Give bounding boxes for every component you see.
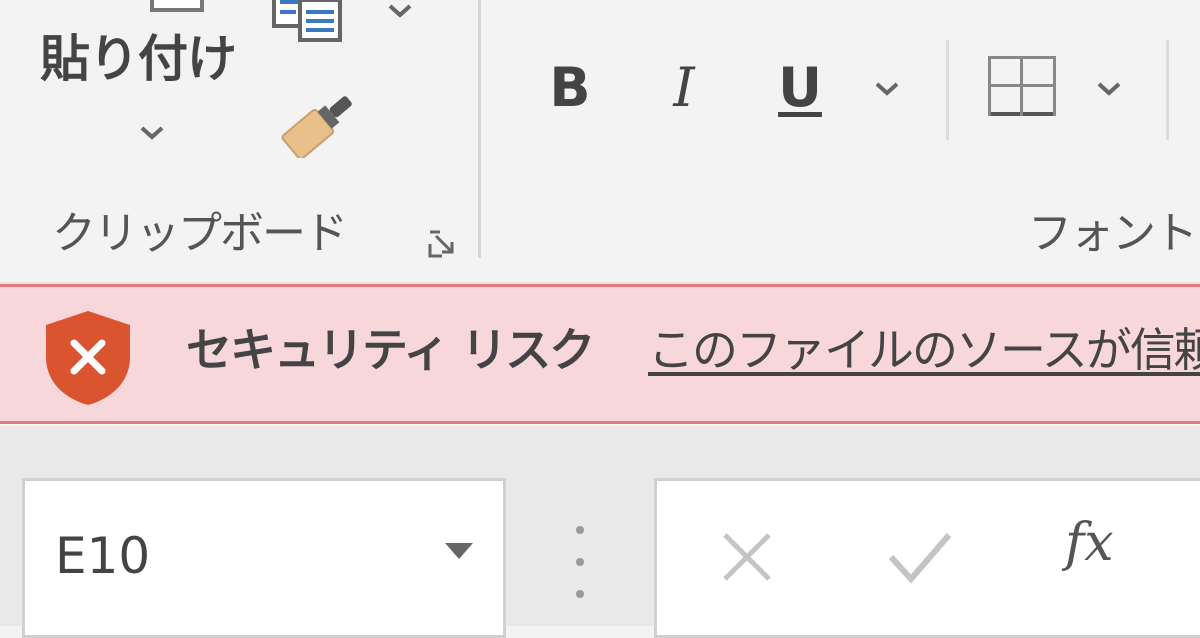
paste-icon xyxy=(150,0,204,12)
cancel-icon[interactable] xyxy=(717,527,777,587)
enter-icon[interactable] xyxy=(885,527,955,587)
chevron-down-icon[interactable] xyxy=(1094,78,1124,98)
borders-icon[interactable] xyxy=(988,56,1056,116)
security-risk-link[interactable]: このファイルのソースが信頼 xyxy=(648,327,1200,373)
chevron-down-icon[interactable] xyxy=(441,539,477,563)
name-box[interactable]: E10 xyxy=(22,478,506,638)
clipboard-group-label: クリップボード xyxy=(52,208,348,259)
ribbon-group-divider xyxy=(478,0,481,258)
formula-controls: fx xyxy=(654,478,1200,638)
paste-label: 貼り付け xyxy=(40,30,237,88)
formula-bar: E10 fx xyxy=(0,426,1200,638)
name-box-value[interactable]: E10 xyxy=(55,531,150,581)
security-warning-bar: セキュリティ リスク このファイルのソースが信頼 xyxy=(0,284,1200,424)
insert-function-icon[interactable]: fx xyxy=(1065,517,1114,569)
font-group-label: フォント xyxy=(1028,208,1198,259)
chevron-down-icon[interactable] xyxy=(386,0,414,20)
ribbon: 貼り付け クリップボード B I U フォント xyxy=(0,0,1200,284)
underline-button[interactable]: U xyxy=(768,56,832,120)
chevron-down-icon[interactable] xyxy=(872,78,902,98)
format-painter-icon[interactable] xyxy=(272,82,356,158)
dialog-launcher-icon[interactable] xyxy=(424,226,460,262)
copy-icon xyxy=(272,0,342,42)
toolbar-divider xyxy=(1166,40,1169,140)
italic-button[interactable]: I xyxy=(654,56,714,120)
resize-grip-icon[interactable] xyxy=(572,522,588,604)
chevron-down-icon[interactable] xyxy=(138,122,166,142)
bold-button[interactable]: B xyxy=(540,56,600,120)
toolbar-divider xyxy=(946,40,949,140)
security-risk-title: セキュリティ リスク xyxy=(186,323,595,377)
shield-x-icon xyxy=(46,311,130,405)
